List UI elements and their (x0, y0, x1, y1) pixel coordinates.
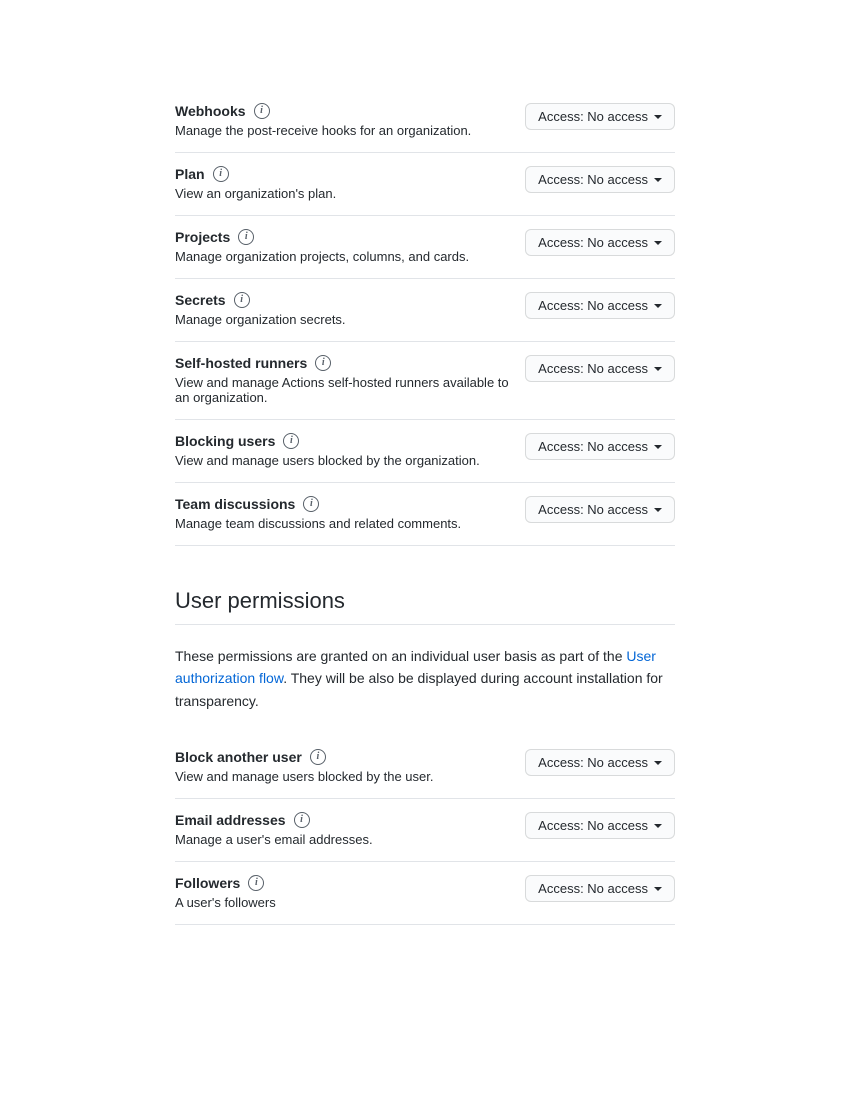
permission-text: Secrets i Manage organization secrets. (175, 292, 525, 327)
access-label: Access: No access (538, 298, 648, 313)
access-label: Access: No access (538, 881, 648, 896)
access-dropdown[interactable]: Access: No access (525, 433, 675, 460)
caret-down-icon (654, 178, 662, 182)
permission-description: Manage team discussions and related comm… (175, 516, 517, 531)
permission-title: Projects (175, 229, 230, 245)
permission-row: Blocking users i View and manage users b… (175, 420, 675, 483)
info-icon[interactable]: i (310, 749, 326, 765)
info-icon[interactable]: i (294, 812, 310, 828)
permission-row: Followers i A user's followers Access: N… (175, 862, 675, 925)
permission-row: Plan i View an organization's plan. Acce… (175, 153, 675, 216)
caret-down-icon (654, 887, 662, 891)
access-dropdown[interactable]: Access: No access (525, 496, 675, 523)
permission-description: A user's followers (175, 895, 517, 910)
caret-down-icon (654, 824, 662, 828)
permission-text: Team discussions i Manage team discussio… (175, 496, 525, 531)
permission-row: Block another user i View and manage use… (175, 736, 675, 799)
permission-row: Self-hosted runners i View and manage Ac… (175, 342, 675, 420)
permission-title: Secrets (175, 292, 226, 308)
user-permissions-intro: These permissions are granted on an indi… (175, 645, 675, 712)
access-dropdown[interactable]: Access: No access (525, 229, 675, 256)
permission-title: Block another user (175, 749, 302, 765)
info-icon[interactable]: i (238, 229, 254, 245)
access-dropdown[interactable]: Access: No access (525, 875, 675, 902)
permission-text: Projects i Manage organization projects,… (175, 229, 525, 264)
permission-text: Webhooks i Manage the post-receive hooks… (175, 103, 525, 138)
info-icon[interactable]: i (254, 103, 270, 119)
access-dropdown[interactable]: Access: No access (525, 103, 675, 130)
access-dropdown[interactable]: Access: No access (525, 812, 675, 839)
permission-title: Team discussions (175, 496, 295, 512)
permission-title: Self-hosted runners (175, 355, 307, 371)
caret-down-icon (654, 367, 662, 371)
permission-description: View and manage users blocked by the use… (175, 769, 517, 784)
access-dropdown[interactable]: Access: No access (525, 355, 675, 382)
permission-text: Plan i View an organization's plan. (175, 166, 525, 201)
access-label: Access: No access (538, 818, 648, 833)
user-permissions-list: Block another user i View and manage use… (175, 736, 675, 925)
intro-text-before: These permissions are granted on an indi… (175, 648, 626, 664)
access-label: Access: No access (538, 439, 648, 454)
permission-text: Blocking users i View and manage users b… (175, 433, 525, 468)
access-label: Access: No access (538, 172, 648, 187)
permission-title: Email addresses (175, 812, 286, 828)
permission-description: View an organization's plan. (175, 186, 517, 201)
permission-row: Secrets i Manage organization secrets. A… (175, 279, 675, 342)
permission-description: Manage organization projects, columns, a… (175, 249, 517, 264)
permission-row: Email addresses i Manage a user's email … (175, 799, 675, 862)
permission-row: Team discussions i Manage team discussio… (175, 483, 675, 546)
caret-down-icon (654, 115, 662, 119)
org-permissions-list: Webhooks i Manage the post-receive hooks… (175, 90, 675, 546)
caret-down-icon (654, 508, 662, 512)
permission-title: Plan (175, 166, 205, 182)
permission-text: Block another user i View and manage use… (175, 749, 525, 784)
permission-title: Blocking users (175, 433, 275, 449)
access-dropdown[interactable]: Access: No access (525, 749, 675, 776)
permission-title: Followers (175, 875, 240, 891)
permission-text: Followers i A user's followers (175, 875, 525, 910)
permission-description: View and manage users blocked by the org… (175, 453, 517, 468)
permission-row: Projects i Manage organization projects,… (175, 216, 675, 279)
info-icon[interactable]: i (213, 166, 229, 182)
permission-description: View and manage Actions self-hosted runn… (175, 375, 517, 405)
caret-down-icon (654, 761, 662, 765)
info-icon[interactable]: i (315, 355, 331, 371)
access-label: Access: No access (538, 235, 648, 250)
permission-description: Manage organization secrets. (175, 312, 517, 327)
permission-title: Webhooks (175, 103, 246, 119)
permission-text: Email addresses i Manage a user's email … (175, 812, 525, 847)
access-label: Access: No access (538, 109, 648, 124)
access-label: Access: No access (538, 502, 648, 517)
caret-down-icon (654, 241, 662, 245)
info-icon[interactable]: i (283, 433, 299, 449)
user-permissions-heading: User permissions (175, 588, 675, 625)
info-icon[interactable]: i (234, 292, 250, 308)
info-icon[interactable]: i (248, 875, 264, 891)
info-icon[interactable]: i (303, 496, 319, 512)
permission-text: Self-hosted runners i View and manage Ac… (175, 355, 525, 405)
access-dropdown[interactable]: Access: No access (525, 292, 675, 319)
permission-description: Manage a user's email addresses. (175, 832, 517, 847)
permission-row: Webhooks i Manage the post-receive hooks… (175, 90, 675, 153)
caret-down-icon (654, 445, 662, 449)
access-label: Access: No access (538, 755, 648, 770)
access-dropdown[interactable]: Access: No access (525, 166, 675, 193)
permission-description: Manage the post-receive hooks for an org… (175, 123, 517, 138)
access-label: Access: No access (538, 361, 648, 376)
caret-down-icon (654, 304, 662, 308)
